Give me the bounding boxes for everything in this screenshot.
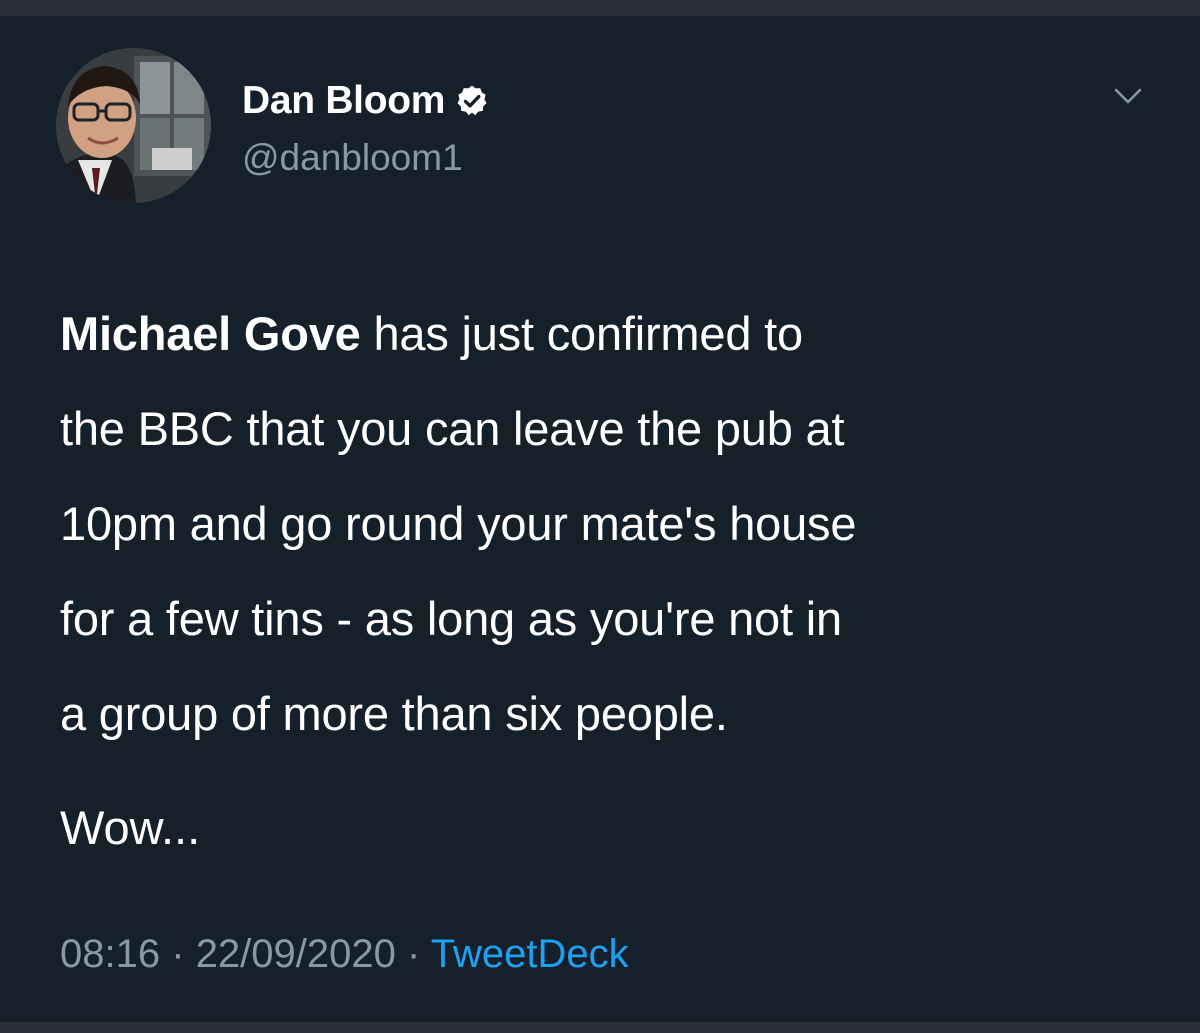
tweet-meta: 08:16 · 22/09/2020 · TweetDeck <box>60 932 629 977</box>
verified-badge-icon <box>455 84 489 118</box>
top-edge-strip <box>0 0 1200 16</box>
user-handle[interactable]: @danbloom1 <box>242 137 463 179</box>
bottom-edge-strip <box>0 1022 1200 1033</box>
tweet-coda: Wow... <box>60 801 201 854</box>
tweet-time[interactable]: 08:16 <box>60 932 160 976</box>
tweet-line: for a few tins - as long as you're not i… <box>60 571 1170 666</box>
tweet-source-link[interactable]: TweetDeck <box>431 932 629 976</box>
meta-separator: · <box>407 932 421 976</box>
tweet-mention-bold: Michael Gove <box>60 307 361 360</box>
tweet-line: 10pm and go round your mate's house <box>60 476 1170 571</box>
tweet-line-text: a group of more than six people. <box>60 687 728 740</box>
tweet-line: Michael Gove has just confirmed to <box>60 286 1170 381</box>
tweet-line: the BBC that you can leave the pub at <box>60 381 1170 476</box>
tweet-line-text: for a few tins - as long as you're not i… <box>60 592 842 645</box>
meta-separator: · <box>171 932 185 976</box>
avatar[interactable] <box>56 48 211 203</box>
avatar-photo <box>56 48 211 203</box>
tweet-date[interactable]: 22/09/2020 <box>196 932 396 976</box>
tweet-line-text: 10pm and go round your mate's house <box>60 497 857 550</box>
chevron-down-icon[interactable] <box>1110 82 1146 110</box>
tweet-line-text: the BBC that you can leave the pub at <box>60 402 845 455</box>
tweet-line: a group of more than six people. <box>60 666 1170 761</box>
tweet-line-text: has just confirmed to <box>360 307 803 360</box>
author-name-row[interactable]: Dan Bloom <box>242 74 489 128</box>
display-name[interactable]: Dan Bloom <box>242 79 445 123</box>
tweet-text: Michael Gove has just confirmed to the B… <box>60 286 1170 761</box>
